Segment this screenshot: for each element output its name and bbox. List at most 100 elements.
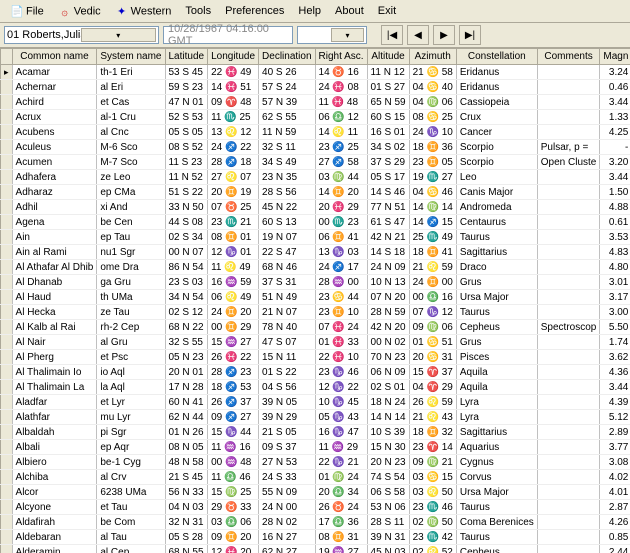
table-row[interactable]: Al Nairal Gru32 S 5515 ♒ 2747 S 0701 ♓ 3… — [1, 335, 630, 350]
cell: 62 S 55 — [259, 110, 315, 125]
table-row[interactable]: Acubensal Cnc05 S 0513 ♌ 1211 N 5914 ♌ 1… — [1, 125, 630, 140]
table-row[interactable]: Aldebaranal Tau05 S 2809 ♊ 2016 N 2708 ♊… — [1, 530, 630, 545]
row-marker — [1, 125, 13, 140]
col-header[interactable]: Longitude — [208, 49, 259, 65]
cell — [537, 110, 600, 125]
table-row[interactable]: Ain al Raminu1 Sgr00 N 0712 ♑ 0122 S 471… — [1, 245, 630, 260]
table-row[interactable]: Al Thalimain Lala Aql17 N 2818 ♐ 5304 S … — [1, 380, 630, 395]
col-header[interactable] — [1, 49, 13, 65]
table-row[interactable]: AculeusM-6 Sco08 S 5224 ♐ 2232 S 1123 ♐ … — [1, 140, 630, 155]
cell: 00 N 07 — [165, 245, 208, 260]
col-header[interactable]: Right Asc. — [315, 49, 367, 65]
datetime-input[interactable]: 10/28/1967 04:16:00 GMT — [163, 26, 293, 44]
col-header[interactable]: System name — [97, 49, 165, 65]
cell: 3.44 — [600, 95, 630, 110]
nav-last-button[interactable]: ▶| — [459, 25, 481, 45]
menu-vedic[interactable]: ۞Vedic — [52, 2, 107, 20]
cell: 62 N 44 — [165, 410, 208, 425]
menu-help[interactable]: Help — [292, 3, 327, 19]
cell: 24 ♊ 00 — [409, 275, 456, 290]
grid-container[interactable]: Common nameSystem nameLatitudeLongitudeD… — [0, 48, 630, 553]
table-row[interactable]: Alchibaal Crv21 S 4511 ♎ 4624 S 3301 ♍ 2… — [1, 470, 630, 485]
row-marker — [1, 260, 13, 275]
table-row[interactable]: Adhaferaze Leo11 N 5227 ♌ 0723 N 3503 ♍ … — [1, 170, 630, 185]
chevron-down-icon: ▾ — [331, 28, 364, 42]
menu-tools[interactable]: Tools — [179, 3, 217, 19]
menu-western[interactable]: ✦Western — [109, 2, 178, 20]
row-marker — [1, 395, 13, 410]
cell: 18 ♊ 32 — [409, 425, 456, 440]
table-row[interactable]: Albaldahpi Sgr01 N 2615 ♑ 4421 S 0516 ♑ … — [1, 425, 630, 440]
cell: Centaurus — [456, 215, 537, 230]
nav-next-button[interactable]: ▶ — [433, 25, 455, 45]
empty-select[interactable]: ▾ — [297, 26, 367, 44]
table-row[interactable]: Albierobe-1 Cyg48 N 5800 ♒ 4827 N 5322 ♑… — [1, 455, 630, 470]
cell: 08 ♊ 01 — [208, 230, 259, 245]
col-header[interactable]: Comments — [537, 49, 600, 65]
table-row[interactable]: Al Heckaze Tau02 S 1224 ♊ 2021 N 0723 ♊ … — [1, 305, 630, 320]
cell — [537, 80, 600, 95]
table-row[interactable]: Al Pherget Psc05 N 2326 ♓ 2215 N 1122 ♓ … — [1, 350, 630, 365]
col-header[interactable]: Common name — [12, 49, 97, 65]
table-row[interactable]: Al Athafar Al Dhibome Dra86 N 5411 ♌ 496… — [1, 260, 630, 275]
cell: 28 ♐ 18 — [208, 155, 259, 170]
table-row[interactable]: Al Kalb al Rairh-2 Cep68 N 2200 ♊ 2978 N… — [1, 320, 630, 335]
cell: 1.74 — [600, 335, 630, 350]
table-row[interactable]: Acruxal-1 Cru52 S 5311 ♏ 2562 S 5506 ♎ 1… — [1, 110, 630, 125]
nav-first-button[interactable]: |◀ — [381, 25, 403, 45]
cell: 61 S 47 — [367, 215, 409, 230]
cell: Crux — [456, 110, 537, 125]
cell: 24 ♐ 17 — [315, 260, 367, 275]
cell — [537, 170, 600, 185]
table-row[interactable]: Alathfarmu Lyr62 N 4409 ♐ 2739 N 2905 ♑ … — [1, 410, 630, 425]
col-header[interactable]: Magn — [600, 49, 630, 65]
cell: Pulsar, p = — [537, 140, 600, 155]
cell: Ain al Rami — [12, 245, 97, 260]
cell: 37 S 31 — [259, 275, 315, 290]
cell: 02 S 01 — [367, 380, 409, 395]
table-row[interactable]: Alderaminal Cep68 N 5512 ♓ 2062 N 2719 ♒… — [1, 545, 630, 553]
col-header[interactable]: Latitude — [165, 49, 208, 65]
menu-exit[interactable]: Exit — [372, 3, 402, 19]
table-row[interactable]: Acamarth-1 Eri53 S 4522 ♓ 4940 S 2614 ♉ … — [1, 65, 630, 80]
table-row[interactable]: Alcor6238 UMa56 N 3315 ♍ 2555 N 0920 ♎ 3… — [1, 485, 630, 500]
cell: Ursa Major — [456, 290, 537, 305]
table-row[interactable]: Aldafirahbe Com32 N 3103 ♎ 0628 N 0217 ♎… — [1, 515, 630, 530]
table-row[interactable]: Adhilxi And33 N 5007 ♉ 2545 N 2220 ♓ 297… — [1, 200, 630, 215]
table-row[interactable]: Achernaral Eri59 S 2314 ♓ 5157 S 2424 ♓ … — [1, 80, 630, 95]
table-row[interactable]: Aladfaret Lyr60 N 4126 ♐ 3739 N 0510 ♑ 4… — [1, 395, 630, 410]
cell: al-1 Cru — [97, 110, 165, 125]
table-row[interactable]: Al Haudth UMa34 N 5406 ♌ 4951 N 4923 ♋ 4… — [1, 290, 630, 305]
col-header[interactable]: Declination — [259, 49, 315, 65]
cell: ep Aqr — [97, 440, 165, 455]
col-header[interactable]: Azimuth — [409, 49, 456, 65]
row-marker — [1, 215, 13, 230]
cell: 2.87 — [600, 500, 630, 515]
menu-file[interactable]: 📄File — [4, 2, 50, 20]
cell: 01 N 26 — [165, 425, 208, 440]
cell — [537, 95, 600, 110]
table-row[interactable]: Achirdet Cas47 N 0109 ♈ 4857 N 3911 ♓ 48… — [1, 95, 630, 110]
col-header[interactable]: Constellation — [456, 49, 537, 65]
cell: Scorpio — [456, 140, 537, 155]
cell: Aquila — [456, 380, 537, 395]
table-row[interactable]: Al Dhanabga Gru23 S 0316 ♒ 5937 S 3128 ♒… — [1, 275, 630, 290]
chart-select[interactable]: 01 Roberts,Julia, Natal ▾ — [4, 26, 159, 44]
row-marker — [1, 320, 13, 335]
table-row[interactable]: Alcyoneet Tau04 N 0329 ♉ 3324 N 0026 ♉ 2… — [1, 500, 630, 515]
cell: ep Tau — [97, 230, 165, 245]
table-row[interactable]: AcumenM-7 Sco11 S 2328 ♐ 1834 S 4927 ♐ 5… — [1, 155, 630, 170]
cell: al Tau — [97, 530, 165, 545]
nav-prev-button[interactable]: ◀ — [407, 25, 429, 45]
table-row[interactable]: Agenabe Cen44 S 0823 ♏ 2160 S 1300 ♏ 236… — [1, 215, 630, 230]
table-row[interactable]: Albaliep Aqr08 N 0511 ♒ 1609 S 3711 ♒ 29… — [1, 440, 630, 455]
menu-preferences[interactable]: Preferences — [219, 3, 290, 19]
table-row[interactable]: Al Thalimain Ioio Aql20 N 0128 ♐ 2301 S … — [1, 365, 630, 380]
cell: 3.17 — [600, 290, 630, 305]
table-row[interactable]: Ainep Tau02 S 3408 ♊ 0119 N 0706 ♊ 4142 … — [1, 230, 630, 245]
menu-about[interactable]: About — [329, 3, 370, 19]
cell: 4.01 — [600, 485, 630, 500]
col-header[interactable]: Altitude — [367, 49, 409, 65]
table-row[interactable]: Adharazep CMa51 S 2220 ♊ 1928 S 5614 ♊ 2… — [1, 185, 630, 200]
cell: Taurus — [456, 530, 537, 545]
